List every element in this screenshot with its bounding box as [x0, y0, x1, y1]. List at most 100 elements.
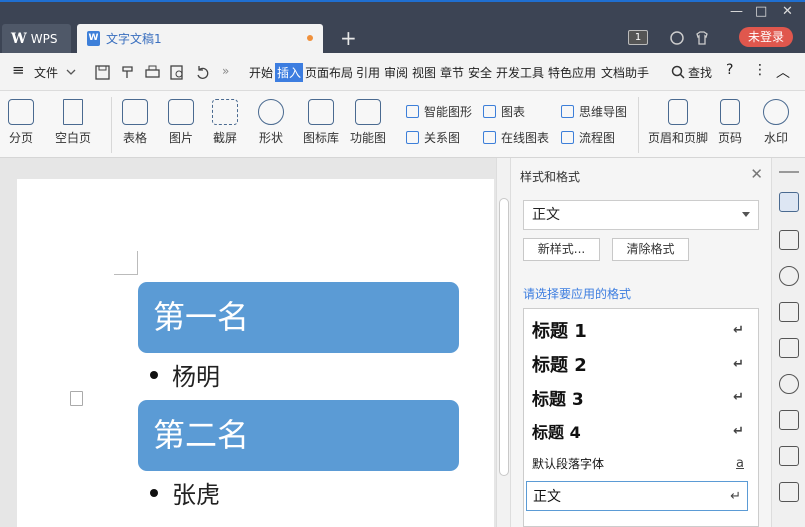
screenshot-button[interactable]: 截屏	[212, 99, 238, 146]
menu-tab-references[interactable]: 引用	[356, 64, 380, 81]
new-tab-button[interactable]: +	[340, 27, 357, 49]
current-style-dropdown[interactable]: 正文	[523, 200, 759, 230]
header-footer-label: 页眉和页脚	[648, 131, 709, 145]
hamburger-icon[interactable]: ≡	[12, 61, 25, 79]
translate-icon[interactable]	[779, 446, 799, 466]
maximize-button[interactable]: □	[755, 5, 767, 19]
ribbon-insert: 分页 空白页 表格 图片 截屏 形状 图标库 功能图 智能图形 图表 思维导图 …	[0, 91, 805, 158]
toolbox-icon[interactable]	[779, 482, 799, 502]
menu-tab-assistant[interactable]: 文档助手	[601, 64, 649, 81]
relation-chart-button[interactable]: 关系图	[406, 129, 460, 146]
blank-page-button[interactable]: 空白页	[55, 99, 91, 146]
menu-tab-home[interactable]: 开始	[249, 64, 273, 81]
icon-library-button[interactable]: 图标库	[303, 99, 339, 146]
vertical-scrollbar[interactable]	[496, 158, 510, 527]
page-break-button[interactable]: 分页	[8, 99, 34, 146]
more-quick-access[interactable]: »	[222, 64, 229, 78]
clear-format-button[interactable]: 清除格式	[612, 238, 689, 261]
login-button[interactable]: 未登录	[739, 27, 793, 47]
menu-tab-section[interactable]: 章节	[440, 64, 464, 81]
function-chart-button[interactable]: 功能图	[350, 99, 386, 146]
shape-icon[interactable]	[779, 266, 799, 286]
save-icon[interactable]	[95, 65, 110, 80]
shirt-icon[interactable]	[694, 30, 710, 46]
mind-map-button[interactable]: 思维导图	[561, 103, 627, 120]
screenshot-label: 截屏	[212, 131, 237, 145]
style-item-heading-3[interactable]: 标题 3 ↵	[532, 385, 744, 410]
table-label: 表格	[122, 131, 147, 145]
search-icon[interactable]	[671, 65, 685, 79]
flowchart-button[interactable]: 流程图	[561, 129, 615, 146]
menu-tab-view[interactable]: 视图	[412, 64, 436, 81]
style-item-body[interactable]: 正文 ↵	[526, 481, 748, 511]
image-gallery-icon[interactable]	[779, 338, 799, 358]
close-button[interactable]: ✕	[782, 5, 793, 19]
star-icon[interactable]	[779, 374, 799, 394]
new-style-button[interactable]: 新样式...	[523, 238, 600, 261]
unsaved-dot-icon	[307, 35, 313, 41]
adjust-icon[interactable]	[779, 302, 799, 322]
table-button[interactable]: 表格	[122, 99, 148, 146]
online-chart-button[interactable]: 在线图表	[483, 129, 549, 146]
flowchart-label: 流程图	[579, 131, 616, 145]
ribbon-divider	[638, 97, 639, 153]
shapes-label: 形状	[258, 131, 283, 145]
header-footer-button[interactable]: 页眉和页脚	[648, 99, 708, 146]
wps-logo-icon: W	[11, 30, 27, 47]
style-hint: 请选择要应用的格式	[523, 287, 632, 301]
search-button[interactable]: 查找	[688, 64, 712, 81]
style-list: 标题 1 ↵ 标题 2 ↵ 标题 3 ↵ 标题 4 ↵ 默认段落字体 a 正文 ↵	[523, 308, 759, 527]
menu-tab-features[interactable]: 特色应用	[548, 64, 596, 81]
heading-box-first[interactable]: 第一名	[138, 282, 459, 353]
style-item-default-font[interactable]: 默认段落字体 a	[532, 455, 744, 472]
bullet-item[interactable]: 张虎	[150, 475, 220, 510]
chart-label: 图表	[501, 105, 526, 119]
mind-map-label: 思维导图	[579, 105, 628, 119]
right-sidebar	[771, 158, 805, 527]
more-options-icon[interactable]: ⋮	[753, 62, 767, 78]
chevron-down-icon	[742, 212, 750, 217]
minimize-button[interactable]: —	[730, 5, 743, 19]
tab-wps-home[interactable]: W WPS	[2, 24, 71, 53]
return-mark-icon: ↵	[733, 322, 744, 338]
smart-art-button[interactable]: 智能图形	[406, 103, 472, 120]
tab-wps-label: WPS	[30, 31, 58, 46]
menu-tab-security[interactable]: 安全	[468, 64, 492, 81]
menu-file[interactable]: 文件	[34, 64, 58, 81]
help-icon[interactable]: ?	[726, 62, 733, 78]
shapes-button[interactable]: 形状	[258, 99, 284, 146]
print-preview-icon[interactable]	[170, 65, 185, 80]
format-painter-icon[interactable]	[120, 65, 135, 80]
return-mark-icon: ↵	[733, 390, 744, 405]
menu-tab-insert[interactable]: 插入	[275, 63, 304, 82]
page-number-button[interactable]: 页码	[718, 99, 742, 146]
styles-pen-icon[interactable]	[779, 192, 799, 212]
collapse-ribbon-icon[interactable]: ︿	[776, 62, 790, 82]
print-icon[interactable]	[145, 65, 160, 80]
style-item-heading-1[interactable]: 标题 1 ↵	[532, 317, 744, 343]
scrollbar-thumb[interactable]	[499, 198, 509, 476]
styles-panel-title[interactable]: 样式和格式	[520, 168, 580, 185]
tab-document[interactable]: W 文字文稿1	[77, 24, 323, 53]
share-icon[interactable]	[779, 410, 799, 430]
heading-box-second[interactable]: 第二名	[138, 400, 459, 471]
menu-tab-layout[interactable]: 页面布局	[305, 64, 353, 81]
cursor-select-icon[interactable]	[779, 230, 799, 250]
skin-icon[interactable]	[669, 30, 685, 46]
undo-icon[interactable]	[195, 65, 210, 80]
style-item-heading-4[interactable]: 标题 4 ↵	[532, 419, 744, 443]
close-icon[interactable]: ✕	[750, 165, 763, 183]
watermark-button[interactable]: 水印	[763, 99, 789, 146]
style-item-heading-2[interactable]: 标题 2 ↵	[532, 351, 744, 377]
style-label: 标题 1	[532, 321, 587, 342]
function-chart-label: 功能图	[350, 131, 387, 145]
chart-button[interactable]: 图表	[483, 103, 525, 120]
bullet-item[interactable]: 杨明	[150, 357, 220, 392]
document-page[interactable]	[17, 179, 494, 527]
page-count-badge[interactable]: 1	[628, 30, 648, 45]
picture-button[interactable]: 图片	[168, 99, 194, 146]
menu-tab-review[interactable]: 审阅	[384, 64, 408, 81]
menu-tab-developer[interactable]: 开发工具	[496, 64, 544, 81]
chevron-down-icon[interactable]	[66, 68, 76, 76]
paragraph-handle-icon[interactable]	[70, 391, 83, 406]
